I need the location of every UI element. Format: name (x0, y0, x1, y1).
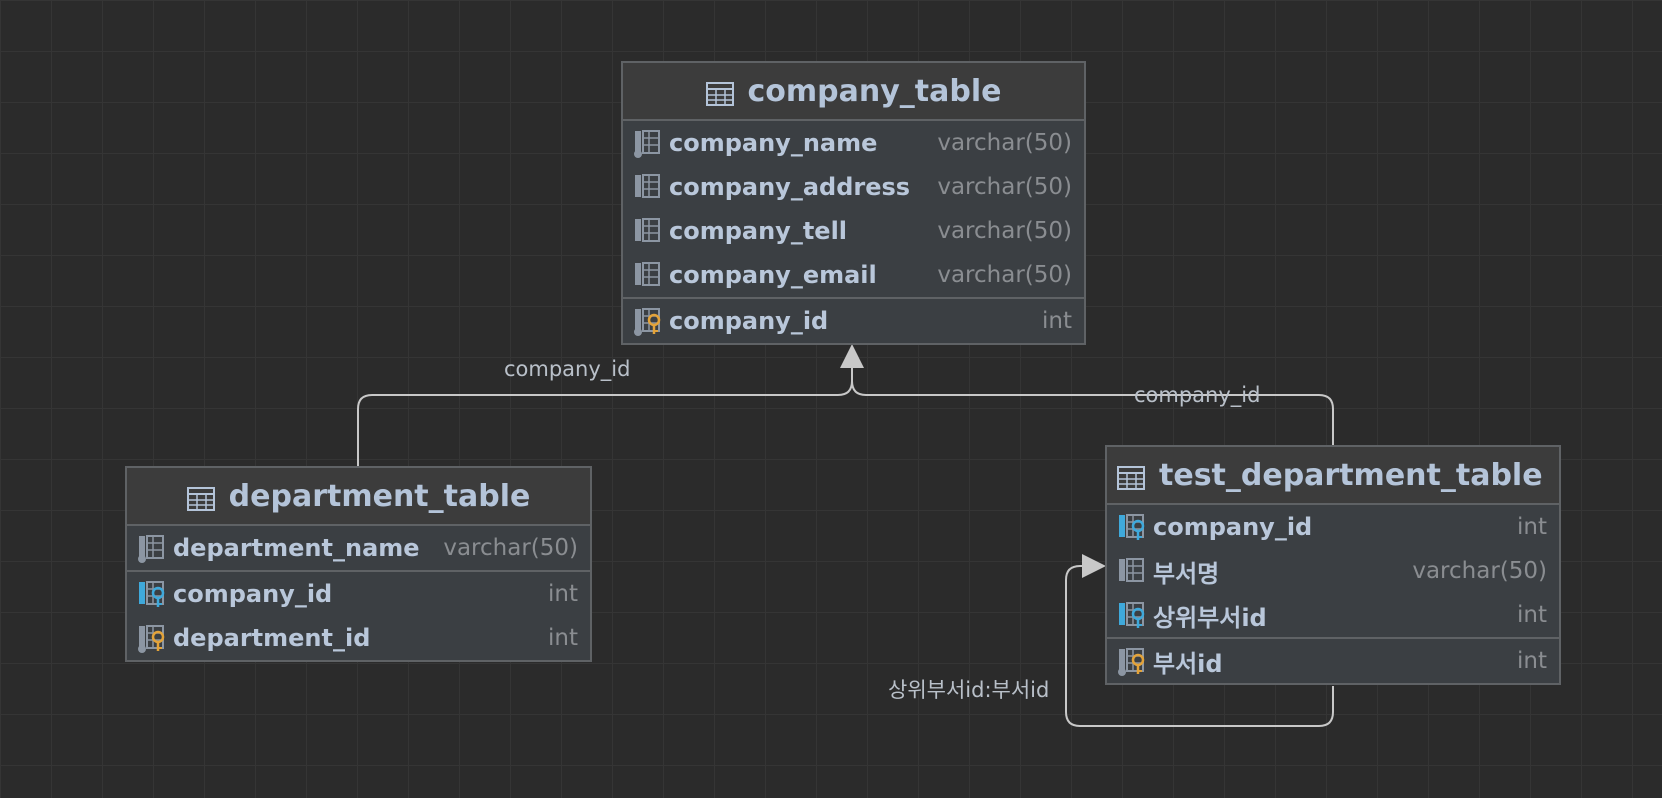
column-name: 상위부서id (1153, 603, 1267, 632)
column-row[interactable]: company_id int (1107, 505, 1559, 549)
column-type: varchar(50) (1412, 558, 1547, 584)
column-notnull-icon (137, 533, 167, 563)
diagram-canvas[interactable]: company_id company_id 상위부서id:부서id compan… (0, 0, 1662, 798)
column-type: varchar(50) (937, 174, 1072, 200)
column-type: varchar(50) (937, 218, 1072, 244)
column-type: varchar(50) (443, 535, 578, 561)
column-notnull-icon (633, 128, 663, 158)
column-name: 부서id (1153, 649, 1223, 678)
column-row[interactable]: company_address varchar(50) (623, 165, 1084, 209)
table-title: test_department_table (1159, 457, 1543, 493)
column-row[interactable]: company_name varchar(50) (623, 121, 1084, 165)
arrowhead-self (1082, 554, 1106, 578)
foreign-key-icon (1117, 600, 1147, 630)
column-type: int (1042, 308, 1072, 334)
key-row[interactable]: company_id int (623, 299, 1084, 343)
column-name: company_name (669, 129, 878, 157)
column-name: 부서명 (1153, 559, 1220, 588)
column-name: department_id (173, 624, 371, 652)
foreign-key-icon (1117, 512, 1147, 542)
column-name: company_email (669, 261, 877, 289)
column-name: company_id (1153, 513, 1313, 541)
key-list: 부서id int (1107, 639, 1559, 683)
column-row[interactable]: 상위부서id int (1107, 593, 1559, 637)
edge-label-self-reference: 상위부서id:부서id (888, 678, 1050, 702)
table-title: department_table (228, 478, 531, 514)
test-department-table[interactable]: test_department_table company_id int 부서명 va… (1105, 445, 1561, 685)
column-row[interactable]: company_email varchar(50) (623, 253, 1084, 297)
table-title: company_table (747, 73, 1002, 109)
column-row[interactable]: company_tell varchar(50) (623, 209, 1084, 253)
primary-key-icon (1117, 646, 1147, 676)
key-row[interactable]: company_id int (127, 572, 590, 616)
foreign-key-icon (137, 579, 167, 609)
table-header[interactable]: department_table (127, 468, 590, 526)
column-row[interactable]: 부서명 varchar(50) (1107, 549, 1559, 593)
primary-key-icon (633, 306, 663, 336)
column-list: company_name varchar(50) company_address va… (623, 121, 1084, 297)
primary-key-icon (137, 623, 167, 653)
department-table[interactable]: department_table department_name varchar(… (125, 466, 592, 662)
table-header[interactable]: test_department_table (1107, 447, 1559, 505)
column-name: department_name (173, 534, 420, 562)
column-icon (633, 172, 663, 202)
column-type: int (1517, 514, 1547, 540)
key-list: company_id int (623, 299, 1084, 343)
column-name: company_id (669, 307, 829, 335)
arrowhead-company (840, 344, 864, 368)
table-header[interactable]: company_table (623, 63, 1084, 121)
column-name: company_id (173, 580, 333, 608)
column-type: int (1517, 602, 1547, 628)
table-icon (186, 484, 215, 511)
table-icon (1117, 463, 1145, 490)
column-name: company_address (669, 173, 911, 201)
column-icon (633, 260, 663, 290)
column-type: int (548, 625, 578, 651)
column-icon (1117, 556, 1147, 586)
edge-label-test-department-company: company_id (1134, 383, 1261, 407)
table-icon (705, 79, 734, 106)
column-name: company_tell (669, 217, 848, 245)
column-type: int (1517, 648, 1547, 674)
column-icon (633, 216, 663, 246)
column-type: int (548, 581, 578, 607)
column-row[interactable]: department_name varchar(50) (127, 526, 590, 570)
key-row[interactable]: 부서id int (1107, 639, 1559, 683)
column-type: varchar(50) (937, 130, 1072, 156)
key-row[interactable]: department_id int (127, 616, 590, 660)
edge-test-department-company[interactable] (851, 380, 1334, 445)
column-list: department_name varchar(50) (127, 526, 590, 570)
column-list: company_id int 부서명 varchar(50) 상위부서id int (1107, 505, 1559, 637)
column-type: varchar(50) (937, 262, 1072, 288)
company-table[interactable]: company_table company_name varchar(50) com… (621, 61, 1086, 345)
edge-label-department-company: company_id (504, 357, 631, 381)
key-list: company_id int department_id int (127, 572, 590, 660)
